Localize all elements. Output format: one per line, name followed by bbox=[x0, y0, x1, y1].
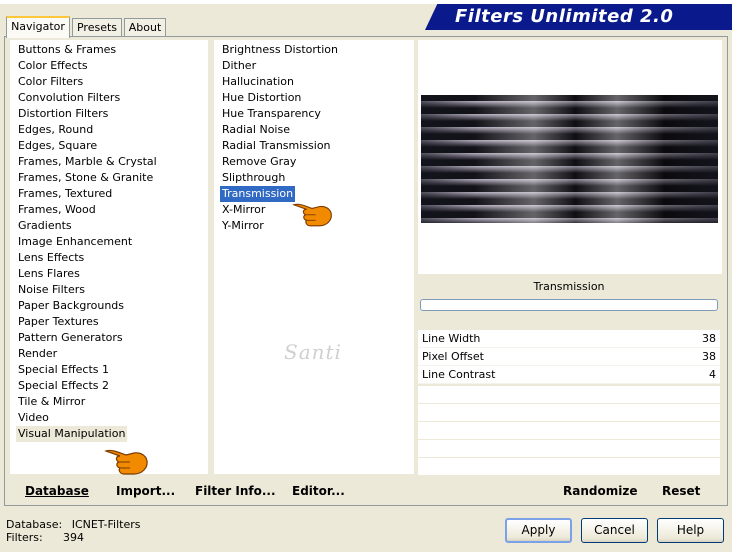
reset-button[interactable]: Reset bbox=[662, 483, 700, 499]
category-item[interactable]: Convolution Filters bbox=[16, 90, 122, 106]
filter-list[interactable]: Brightness Distortion Dither Hallucinati… bbox=[214, 40, 414, 474]
progress-bar bbox=[420, 299, 718, 311]
param-empty-row bbox=[418, 458, 720, 476]
preview-image[interactable] bbox=[421, 95, 718, 223]
param-empty-row bbox=[418, 440, 720, 458]
status-database-label: Database: bbox=[6, 518, 63, 531]
category-item[interactable]: Buttons & Frames bbox=[16, 42, 118, 58]
apply-button-label: Apply bbox=[521, 523, 556, 537]
tab-navigator-label: Navigator bbox=[11, 20, 65, 33]
param-line-width[interactable]: Line Width 38 bbox=[418, 330, 720, 348]
param-line-contrast[interactable]: Line Contrast 4 bbox=[418, 366, 720, 384]
filter-item[interactable]: Remove Gray bbox=[220, 154, 298, 170]
category-item[interactable]: Lens Flares bbox=[16, 266, 82, 282]
apply-button[interactable]: Apply bbox=[505, 518, 572, 543]
filter-item-selected[interactable]: Transmission bbox=[220, 186, 296, 202]
title-banner: Filters Unlimited 2.0 bbox=[425, 4, 732, 30]
category-item[interactable]: Special Effects 2 bbox=[16, 378, 111, 394]
import-button[interactable]: Import... bbox=[116, 483, 175, 499]
preview-panel bbox=[418, 40, 722, 274]
category-item[interactable]: Color Filters bbox=[16, 74, 85, 90]
filter-item[interactable]: Hue Distortion bbox=[220, 90, 303, 106]
tab-navigator[interactable]: Navigator bbox=[6, 16, 70, 38]
category-item[interactable]: Frames, Textured bbox=[16, 186, 114, 202]
category-item[interactable]: Gradients bbox=[16, 218, 74, 234]
help-button[interactable]: Help bbox=[657, 518, 724, 543]
status-filters-value: 394 bbox=[63, 531, 84, 544]
pointing-hand-icon bbox=[292, 203, 332, 227]
randomize-button-label: Randomize bbox=[563, 484, 638, 498]
database-button[interactable]: Database bbox=[25, 483, 89, 499]
database-button-label: Database bbox=[25, 484, 89, 498]
category-item[interactable]: Color Effects bbox=[16, 58, 90, 74]
filter-info-button[interactable]: Filter Info... bbox=[195, 483, 276, 499]
cancel-button-label: Cancel bbox=[594, 523, 635, 537]
category-item[interactable]: Video bbox=[16, 410, 51, 426]
pointing-hand-icon bbox=[104, 449, 148, 475]
category-item[interactable]: Distortion Filters bbox=[16, 106, 110, 122]
tab-about-label: About bbox=[128, 21, 162, 34]
top-strip bbox=[0, 0, 732, 4]
category-item-selected[interactable]: Visual Manipulation bbox=[16, 426, 128, 442]
banner-title: Filters Unlimited 2.0 bbox=[455, 6, 674, 27]
filter-item[interactable]: Slipthrough bbox=[220, 170, 287, 186]
filter-item[interactable]: Brightness Distortion bbox=[220, 42, 340, 58]
filter-item[interactable]: X-Mirror bbox=[220, 202, 267, 218]
randomize-button[interactable]: Randomize bbox=[563, 483, 637, 499]
category-item[interactable]: Edges, Round bbox=[16, 122, 95, 138]
status-database-value: ICNET-Filters bbox=[71, 518, 141, 531]
status-database: Database: ICNET-Filters bbox=[6, 518, 140, 531]
filter-item[interactable]: Hallucination bbox=[220, 74, 296, 90]
category-item[interactable]: Pattern Generators bbox=[16, 330, 125, 346]
param-label: Pixel Offset bbox=[422, 350, 484, 363]
filter-item[interactable]: Hue Transparency bbox=[220, 106, 323, 122]
category-list[interactable]: Buttons & Frames Color Effects Color Fil… bbox=[10, 40, 208, 474]
param-pixel-offset[interactable]: Pixel Offset 38 bbox=[418, 348, 720, 366]
filter-item[interactable]: Dither bbox=[220, 58, 258, 74]
current-filter-name: Transmission bbox=[418, 276, 720, 298]
editor-button[interactable]: Editor... bbox=[292, 483, 345, 499]
category-item[interactable]: Paper Backgrounds bbox=[16, 298, 126, 314]
param-label: Line Width bbox=[422, 332, 481, 345]
category-item[interactable]: Frames, Wood bbox=[16, 202, 98, 218]
help-button-label: Help bbox=[676, 523, 705, 537]
category-item[interactable]: Image Enhancement bbox=[16, 234, 134, 250]
category-item[interactable]: Render bbox=[16, 346, 59, 362]
param-empty-row bbox=[418, 404, 720, 422]
param-empty-row bbox=[418, 422, 720, 440]
filter-item[interactable]: Radial Noise bbox=[220, 122, 292, 138]
editor-button-label: Editor... bbox=[292, 484, 345, 498]
category-item[interactable]: Lens Effects bbox=[16, 250, 86, 266]
import-button-label: Import... bbox=[116, 484, 176, 498]
param-empty-row bbox=[418, 386, 720, 404]
filter-item[interactable]: Radial Transmission bbox=[220, 138, 333, 154]
category-item[interactable]: Frames, Stone & Granite bbox=[16, 170, 155, 186]
reset-button-label: Reset bbox=[662, 484, 701, 498]
category-item[interactable]: Frames, Marble & Crystal bbox=[16, 154, 159, 170]
param-label: Line Contrast bbox=[422, 368, 496, 381]
category-item[interactable]: Special Effects 1 bbox=[16, 362, 111, 378]
category-item[interactable]: Paper Textures bbox=[16, 314, 101, 330]
tab-presets[interactable]: Presets bbox=[72, 18, 122, 37]
param-value: 4 bbox=[709, 368, 716, 381]
category-item[interactable]: Noise Filters bbox=[16, 282, 87, 298]
status-filters-label: Filters: bbox=[6, 531, 43, 544]
category-item[interactable]: Edges, Square bbox=[16, 138, 99, 154]
category-item[interactable]: Tile & Mirror bbox=[16, 394, 87, 410]
tab-presets-label: Presets bbox=[76, 21, 118, 34]
param-value: 38 bbox=[702, 332, 716, 345]
status-filters: Filters: 394 bbox=[6, 531, 84, 544]
parameter-list: Line Width 38 Pixel Offset 38 Line Contr… bbox=[418, 330, 720, 476]
tab-about[interactable]: About bbox=[124, 18, 166, 37]
watermark-signature: Santi bbox=[284, 340, 342, 364]
filter-item[interactable]: Y-Mirror bbox=[220, 218, 266, 234]
cancel-button[interactable]: Cancel bbox=[581, 518, 648, 543]
param-value: 38 bbox=[702, 350, 716, 363]
filter-info-button-label: Filter Info... bbox=[195, 484, 276, 498]
